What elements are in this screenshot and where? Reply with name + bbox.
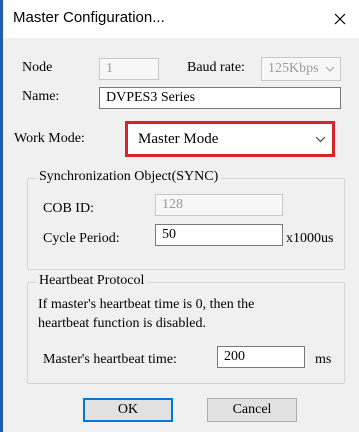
chevron-down-icon (320, 66, 340, 72)
heartbeat-time-label: Master's heartbeat time: (43, 352, 177, 367)
baud-rate-select: 125Kbps (261, 57, 341, 81)
cob-id-label: COB ID: (43, 201, 94, 216)
cycle-period-label: Cycle Period: (43, 231, 120, 246)
baud-rate-label: Baud rate: (187, 60, 245, 75)
work-mode-select[interactable]: Master Mode (125, 121, 335, 157)
cycle-period-unit: x1000us (286, 231, 334, 246)
cancel-button[interactable]: Cancel (207, 398, 297, 422)
sync-group-title: Synchronization Object(SYNC) (36, 169, 222, 185)
node-field: 1 (99, 58, 159, 80)
heartbeat-time-field[interactable]: 200 (217, 346, 305, 368)
window-title: Master Configuration... (13, 9, 165, 26)
work-mode-value: Master Mode (138, 130, 219, 147)
cycle-period-field[interactable]: 50 (155, 224, 283, 246)
close-icon (334, 13, 346, 25)
heartbeat-time-unit: ms (315, 352, 332, 367)
work-mode-label: Work Mode: (14, 131, 85, 146)
heartbeat-group-title: Heartbeat Protocol (36, 273, 148, 289)
heartbeat-desc-line2: heartbeat function is disabled. (38, 316, 206, 331)
name-label: Name: (22, 89, 60, 104)
cob-id-field: 128 (155, 194, 283, 216)
close-button[interactable] (325, 4, 355, 34)
title-bar[interactable]: Master Configuration... (3, 0, 359, 38)
ok-button[interactable]: OK (83, 398, 173, 422)
heartbeat-desc-line1: If master's heartbeat time is 0, then th… (38, 297, 255, 312)
node-label: Node (22, 60, 53, 75)
baud-rate-value: 125Kbps (268, 61, 319, 76)
name-field[interactable]: DVPES3 Series (99, 87, 341, 109)
dialog-body: Node 1 Baud rate: 125Kbps Name: DVPES3 S… (3, 38, 359, 432)
chevron-down-icon (308, 136, 332, 143)
